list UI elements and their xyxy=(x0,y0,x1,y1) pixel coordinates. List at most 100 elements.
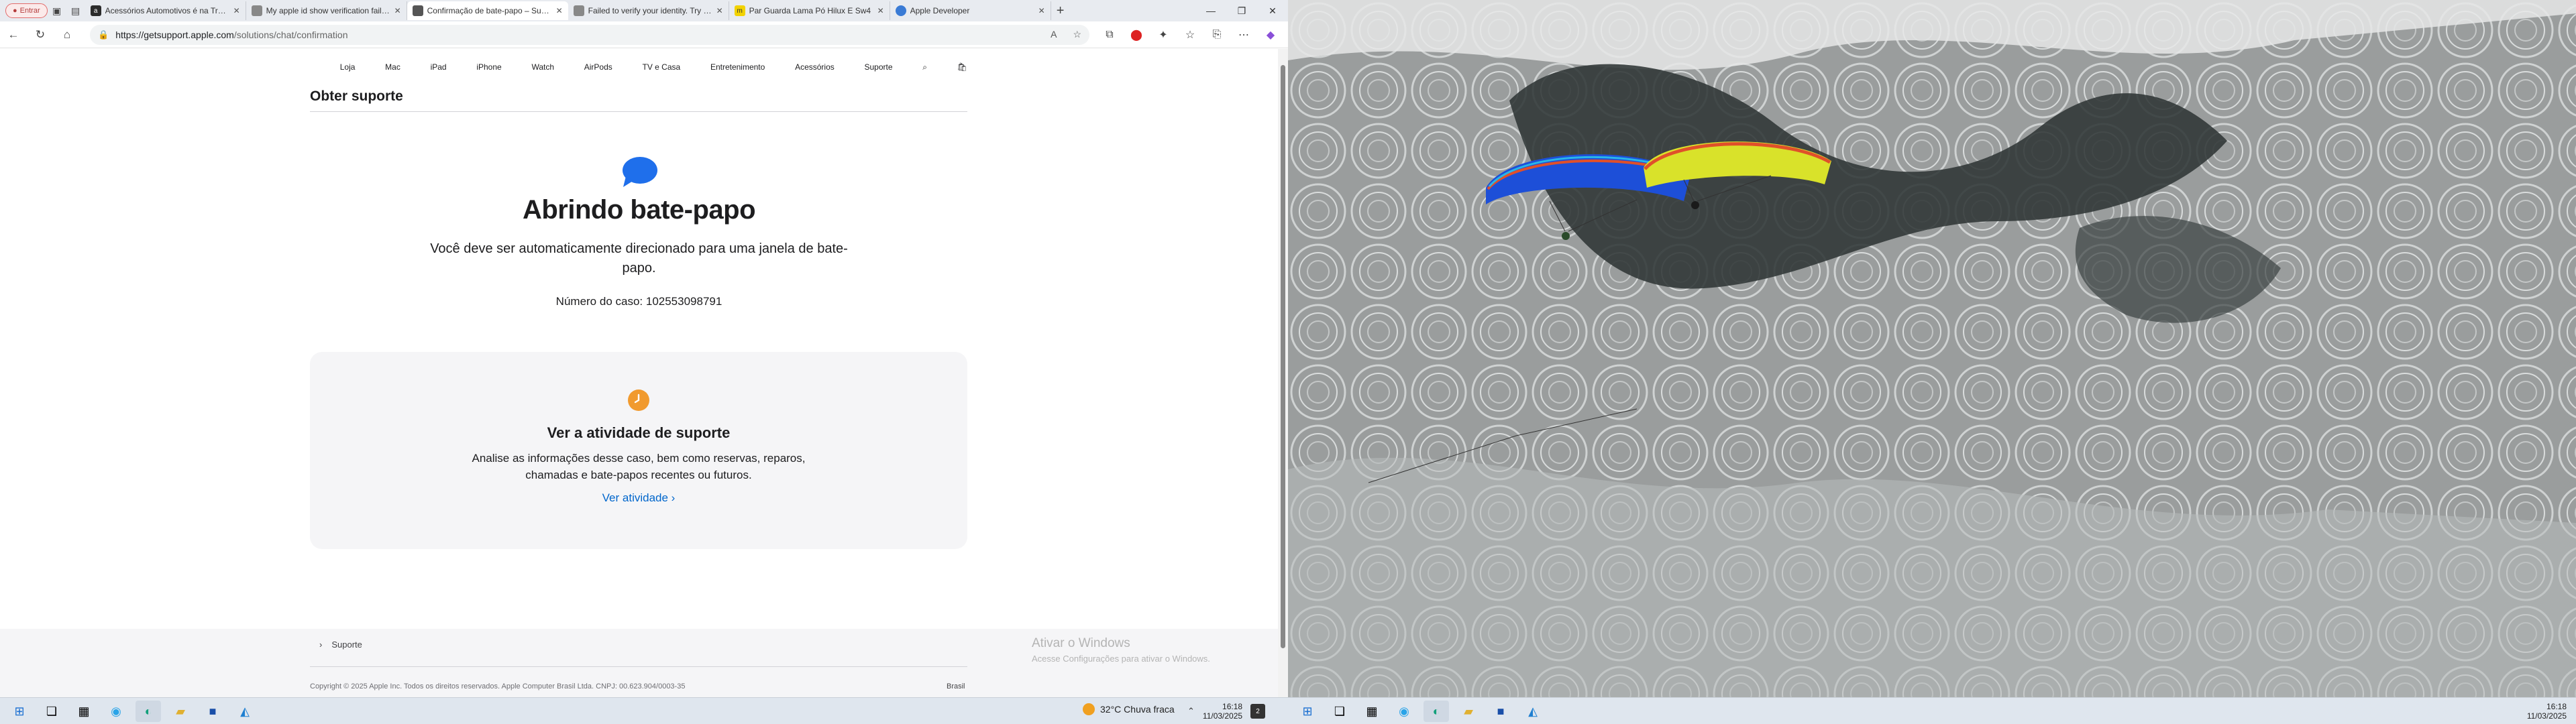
edge-taskbar-icon[interactable]: ◐ xyxy=(136,701,161,722)
chevron-right-icon: › xyxy=(319,640,323,650)
nav-item-loja[interactable]: Loja xyxy=(340,62,356,72)
profile-icon: ● xyxy=(13,7,17,15)
watermark-title: Ativar o Windows xyxy=(1032,636,1130,650)
refresh-icon[interactable]: ↻ xyxy=(27,24,54,46)
search-icon[interactable]: ⌕ xyxy=(922,62,927,72)
close-tab-icon[interactable]: ✕ xyxy=(1038,6,1045,15)
view-activity-link[interactable]: Ver atividade › xyxy=(310,491,967,505)
case-label: Número do caso: xyxy=(555,295,643,308)
more-menu-icon[interactable]: ⋯ xyxy=(1236,27,1252,43)
nav-item-tv-casa[interactable]: TV e Casa xyxy=(643,62,681,72)
lock-icon: 🔒 xyxy=(98,29,109,40)
widgets-icon[interactable]: ▦ xyxy=(71,701,97,722)
minimize-icon[interactable]: — xyxy=(1195,0,1226,21)
favorite-star-icon[interactable]: ☆ xyxy=(1073,29,1081,40)
tab-guarda-lama[interactable]: m Par Guarda Lama Pó Hilux E Sw4 ✕ xyxy=(729,1,890,20)
tab-acessorios[interactable]: a Acessórios Automotivos é na Troca ✕ xyxy=(85,1,246,20)
scrollbar-thumb[interactable] xyxy=(1281,65,1285,648)
taskbar-right: ⊞ ❏ ▦ ◉ ◐ ▰ ■ ◭ 16:18 11/03/2025 xyxy=(1288,697,2576,724)
edge-taskbar-icon[interactable]: ◐ xyxy=(1424,701,1449,722)
address-bar-row: ← ↻ ⌂ 🔒 https://getsupport.apple.com /so… xyxy=(0,21,1288,48)
clock-widget[interactable]: 16:18 11/03/2025 xyxy=(1203,702,1242,721)
subnav-title[interactable]: Obter suporte xyxy=(310,88,403,105)
page-scrollbar[interactable] xyxy=(1278,49,1288,697)
case-number: 102553098791 xyxy=(645,295,722,308)
subnav: Obter suporte xyxy=(310,81,967,112)
copyright-text: Copyright © 2025 Apple Inc. Todos os dir… xyxy=(310,682,686,690)
tab-apple-id[interactable]: My apple id show verification failed ✕ xyxy=(246,1,407,20)
app-taskbar-icon[interactable]: ■ xyxy=(1488,701,1513,722)
vscode-taskbar-icon[interactable]: ◭ xyxy=(1520,701,1546,722)
close-tab-icon[interactable]: ✕ xyxy=(556,6,563,15)
task-view-icon[interactable]: ❏ xyxy=(39,701,64,722)
url-field[interactable]: 🔒 https://getsupport.apple.com /solution… xyxy=(90,24,1089,45)
task-view-icon[interactable]: ❏ xyxy=(1327,701,1352,722)
workspaces-icon[interactable]: ▣ xyxy=(48,1,66,20)
file-explorer-icon[interactable]: ▰ xyxy=(168,701,193,722)
system-tray: ⌃ 16:18 11/03/2025 2 xyxy=(1187,702,1266,721)
extensions-icon[interactable]: ✦ xyxy=(1155,27,1171,43)
apple-favicon-icon xyxy=(412,5,423,16)
collections-icon[interactable]: ⎘ xyxy=(1209,27,1225,43)
read-aloud-icon[interactable]: A xyxy=(1051,29,1057,40)
tab-chat-confirmation[interactable]: Confirmação de bate-papo – Suporte ✕ xyxy=(407,1,568,20)
close-tab-icon[interactable]: ✕ xyxy=(233,6,240,15)
copilot-taskbar-icon[interactable]: ◉ xyxy=(1391,701,1417,722)
tab-apple-developer[interactable]: Apple Developer ✕ xyxy=(890,1,1051,20)
nav-item-mac[interactable]: Mac xyxy=(385,62,400,72)
tab-title: My apple id show verification failed xyxy=(266,6,390,15)
clock-time: 16:18 xyxy=(1222,702,1243,711)
home-icon[interactable]: ⌂ xyxy=(54,24,80,46)
close-tab-icon[interactable]: ✕ xyxy=(716,6,723,15)
nav-item-airpods[interactable]: AirPods xyxy=(584,62,612,72)
chevron-up-icon[interactable]: ⌃ xyxy=(1187,706,1195,717)
weather-icon xyxy=(1083,703,1095,715)
clock-widget-right[interactable]: 16:18 11/03/2025 xyxy=(2527,702,2567,721)
bag-icon[interactable]: 🛍 xyxy=(957,62,967,72)
tab-title: Par Guarda Lama Pó Hilux E Sw4 xyxy=(749,6,871,15)
close-window-icon[interactable]: ✕ xyxy=(1257,0,1288,21)
tab-title: Confirmação de bate-papo – Suporte xyxy=(427,6,552,15)
country-selector[interactable]: Brasil xyxy=(947,682,965,690)
new-tab-button[interactable]: + xyxy=(1051,3,1070,19)
weather-widget[interactable]: 32°C Chuva fraca xyxy=(1083,703,1175,715)
apple-favicon-icon xyxy=(573,5,584,16)
profile-label: Entrar xyxy=(19,7,40,15)
breadcrumb-suporte[interactable]: Suporte xyxy=(331,640,362,650)
support-activity-card: Ver a atividade de suporte Analise as in… xyxy=(310,352,967,549)
tab-actions-icon[interactable]: ▤ xyxy=(66,1,85,20)
profile-button[interactable]: ● Entrar xyxy=(5,3,48,18)
adblock-icon[interactable]: ⬤ xyxy=(1128,27,1144,43)
vscode-taskbar-icon[interactable]: ◭ xyxy=(232,701,258,722)
close-tab-icon[interactable]: ✕ xyxy=(877,6,884,15)
copilot-taskbar-icon[interactable]: ◉ xyxy=(103,701,129,722)
right-monitor-wallpaper xyxy=(1288,0,2576,697)
chat-bubble-icon xyxy=(623,157,657,187)
back-icon[interactable]: ← xyxy=(0,24,27,46)
weather-text: 32°C Chuva fraca xyxy=(1100,704,1175,715)
apple-global-nav: Loja Mac iPad iPhone Watch AirPods TV e … xyxy=(310,58,967,76)
windows-start-icon[interactable]: ⊞ xyxy=(1295,701,1320,722)
copilot-icon[interactable]: ◆ xyxy=(1263,27,1279,43)
page-heading: Abrindo bate-papo xyxy=(522,195,756,225)
page-content: Loja Mac iPad iPhone Watch AirPods TV e … xyxy=(0,49,1278,697)
app-taskbar-icon[interactable]: ■ xyxy=(200,701,225,722)
nav-item-acessorios[interactable]: Acessórios xyxy=(795,62,835,72)
notification-icon[interactable]: 2 xyxy=(1250,704,1266,719)
clock-time: 16:18 xyxy=(2546,702,2567,711)
watermark-subtitle: Acesse Configurações para ativar o Windo… xyxy=(1032,654,1210,664)
windows-start-icon[interactable]: ⊞ xyxy=(7,701,32,722)
nav-item-entretenimento[interactable]: Entretenimento xyxy=(710,62,765,72)
file-explorer-icon[interactable]: ▰ xyxy=(1456,701,1481,722)
tab-failed-verify[interactable]: Failed to verify your identity. Try agai… xyxy=(568,1,729,20)
maximize-icon[interactable]: ❐ xyxy=(1226,0,1257,21)
widgets-icon[interactable]: ▦ xyxy=(1359,701,1385,722)
nav-item-suporte[interactable]: Suporte xyxy=(864,62,892,72)
nav-item-iphone[interactable]: iPhone xyxy=(476,62,501,72)
favorites-icon[interactable]: ☆ xyxy=(1182,27,1198,43)
nav-item-watch[interactable]: Watch xyxy=(531,62,554,72)
nav-item-ipad[interactable]: iPad xyxy=(431,62,447,72)
split-screen-icon[interactable]: ⧉ xyxy=(1102,27,1118,43)
close-tab-icon[interactable]: ✕ xyxy=(394,6,401,15)
url-path: /solutions/chat/confirmation xyxy=(233,29,348,40)
